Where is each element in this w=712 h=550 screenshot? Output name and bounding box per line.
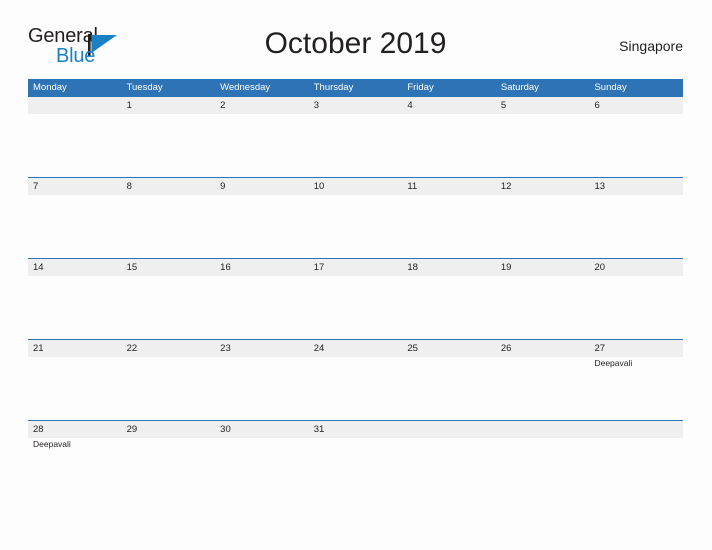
day-stripe	[121, 97, 216, 114]
day-number: 12	[500, 181, 512, 192]
day-number: 24	[313, 343, 325, 354]
day-cell[interactable]	[402, 421, 496, 451]
week-row: 28 Deepavali 29 30 31	[28, 420, 684, 451]
day-cell[interactable]: 4	[402, 97, 496, 177]
day-cell[interactable]: 30	[215, 421, 309, 451]
day-number: 17	[313, 262, 325, 273]
day-cell[interactable]: 7	[28, 178, 122, 258]
day-number: 6	[594, 100, 600, 111]
day-number: 18	[407, 262, 418, 273]
day-cell[interactable]: 9	[215, 178, 309, 258]
day-number: 30	[220, 424, 231, 435]
day-cell[interactable]: 16	[215, 259, 309, 339]
day-stripe	[28, 178, 122, 195]
day-number: 3	[313, 100, 320, 111]
day-stripe	[215, 178, 309, 195]
day-of-week-header-row: Monday Tuesday Wednesday Thursday Friday…	[28, 79, 683, 96]
day-of-week-sunday: Sunday	[594, 82, 627, 93]
day-number: 14	[33, 262, 44, 273]
day-of-week-thursday: Thursday	[313, 82, 354, 93]
day-number: 27	[594, 343, 606, 354]
day-of-week-saturday: Saturday	[500, 82, 539, 93]
day-number: 16	[220, 262, 231, 273]
day-number: 9	[220, 181, 226, 192]
day-cell[interactable]	[28, 97, 122, 177]
day-number: 7	[33, 181, 39, 192]
day-number: 22	[126, 343, 138, 354]
day-of-week-wednesday: Wednesday	[220, 82, 271, 93]
day-number: 21	[33, 343, 44, 354]
day-stripe	[589, 97, 684, 114]
day-number: 1	[126, 100, 132, 111]
day-cell[interactable]: 11	[402, 178, 496, 258]
day-number: 23	[220, 343, 231, 354]
day-event: Deepavali	[33, 439, 71, 449]
day-cell[interactable]: 5	[495, 97, 590, 177]
day-stripe	[402, 421, 496, 438]
day-number: 5	[500, 100, 507, 111]
day-number: 25	[407, 343, 418, 354]
day-number: 2	[220, 100, 226, 111]
day-cell[interactable]: 22	[121, 340, 216, 420]
day-number: 15	[126, 262, 138, 273]
location-label: Singapore	[619, 38, 683, 54]
week-row: 14 15 16 17 18 19 20	[28, 258, 684, 339]
day-number: 13	[594, 181, 606, 192]
day-of-week-tuesday: Tuesday	[126, 82, 163, 93]
day-cell[interactable]: 6	[589, 97, 684, 177]
day-number: 4	[407, 100, 413, 111]
day-number: 29	[126, 424, 138, 435]
day-cell[interactable]: 28 Deepavali	[28, 421, 122, 451]
week-row: 21 22 23 24 25 26 27 Deepavali	[28, 339, 684, 420]
day-stripe	[495, 421, 590, 438]
day-stripe	[589, 421, 684, 438]
day-number: 19	[500, 262, 512, 273]
day-stripe	[495, 97, 590, 114]
day-number: 11	[407, 181, 418, 192]
day-stripe	[121, 178, 216, 195]
day-cell[interactable]: 15	[121, 259, 216, 339]
day-cell[interactable]: 10	[308, 178, 403, 258]
day-of-week-monday: Monday	[33, 82, 67, 93]
week-row: 7 8 9 10 11 12 13	[28, 177, 684, 258]
calendar-grid: Monday Tuesday Wednesday Thursday Friday…	[28, 79, 684, 451]
day-cell[interactable]: 23	[215, 340, 309, 420]
day-cell[interactable]: 26	[495, 340, 590, 420]
day-cell[interactable]: 3	[308, 97, 403, 177]
day-stripe	[28, 97, 122, 114]
page-title: October 2019	[264, 27, 447, 60]
day-cell[interactable]: 13	[589, 178, 684, 258]
day-cell[interactable]: 2	[215, 97, 309, 177]
day-number: 28	[33, 424, 44, 435]
day-number: 26	[500, 343, 512, 354]
day-stripe	[402, 97, 496, 114]
day-cell[interactable]: 21	[28, 340, 122, 420]
day-number: 10	[313, 181, 325, 192]
day-cell[interactable]: 31	[308, 421, 403, 451]
day-number: 31	[313, 424, 325, 435]
day-cell[interactable]: 8	[121, 178, 216, 258]
day-cell[interactable]: 18	[402, 259, 496, 339]
day-stripe	[308, 97, 403, 114]
day-cell[interactable]: 20	[589, 259, 684, 339]
day-cell[interactable]: 24	[308, 340, 403, 420]
day-cell[interactable]: 19	[495, 259, 590, 339]
day-cell[interactable]	[589, 421, 684, 451]
day-cell[interactable]: 25	[402, 340, 496, 420]
day-cell[interactable]: 12	[495, 178, 590, 258]
day-stripe	[215, 97, 309, 114]
day-cell[interactable]: 14	[28, 259, 122, 339]
day-cell[interactable]: 17	[308, 259, 403, 339]
page-header: General Blue October 2019 Singapore	[28, 24, 683, 72]
week-row: 1 2 3 4 5 6	[28, 96, 684, 177]
day-cell[interactable]: 29	[121, 421, 216, 451]
day-of-week-friday: Friday	[407, 82, 434, 93]
day-cell[interactable]	[495, 421, 590, 451]
calendar-page: General Blue October 2019 Singapore Mond…	[0, 0, 712, 550]
day-cell[interactable]: 1	[121, 97, 216, 177]
day-event: Deepavali	[594, 358, 633, 368]
day-number: 20	[594, 262, 606, 273]
day-cell[interactable]: 27 Deepavali	[589, 340, 684, 420]
day-number: 8	[126, 181, 132, 192]
